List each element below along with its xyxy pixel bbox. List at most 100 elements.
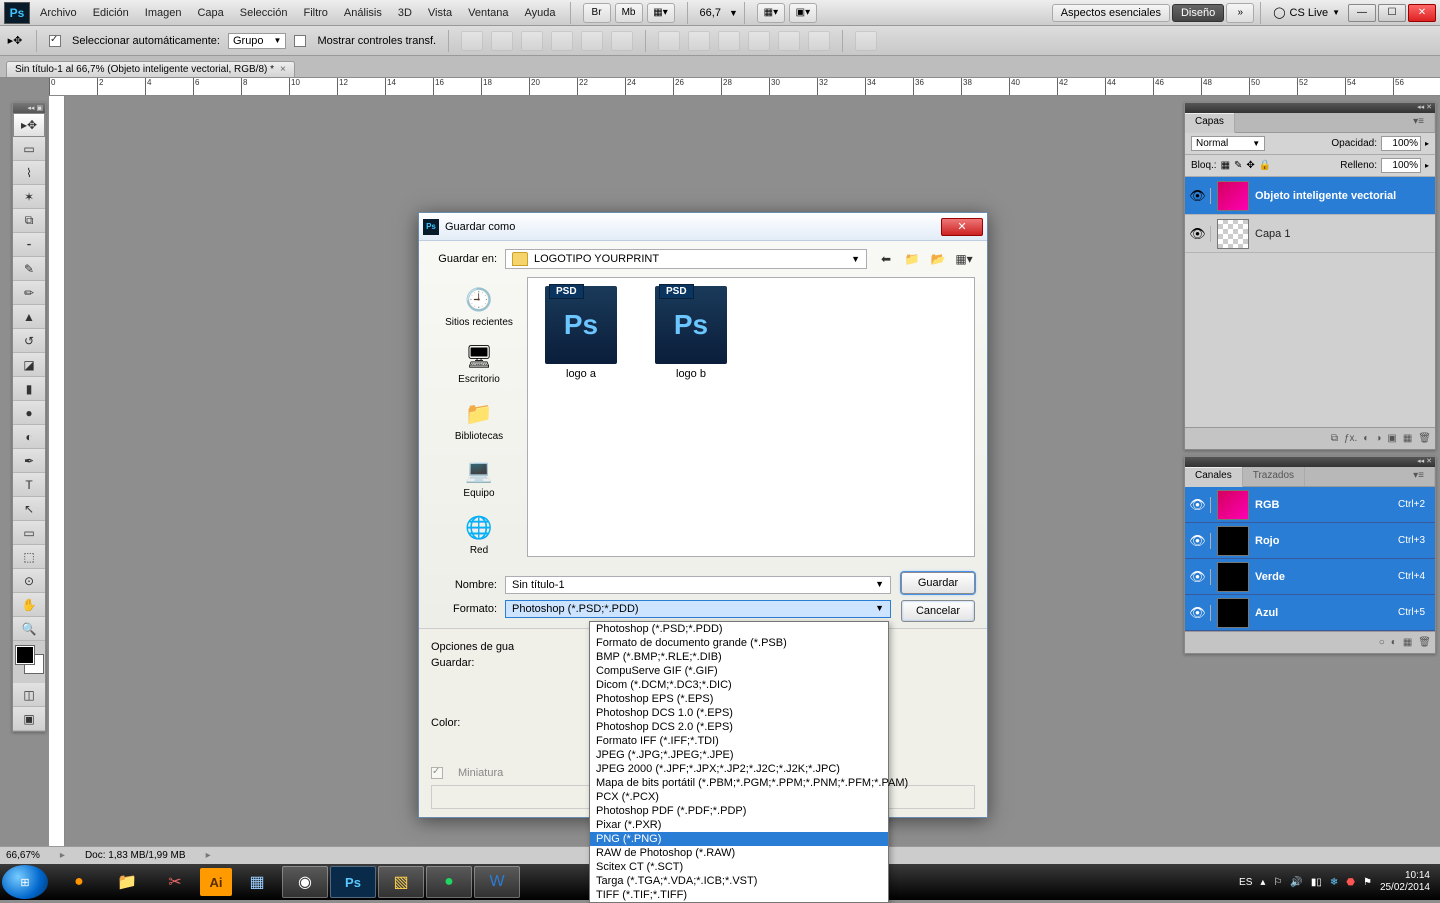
crop-tool[interactable]: ⧉ bbox=[13, 209, 45, 233]
screen-mode-toggle[interactable]: ▣ bbox=[13, 707, 45, 731]
quick-mask-toggle[interactable]: ◫ bbox=[13, 683, 45, 707]
start-button[interactable]: ⊞ bbox=[2, 865, 48, 899]
new-channel-icon[interactable]: ▦ bbox=[1403, 637, 1412, 648]
dialog-close-button[interactable]: ✕ bbox=[941, 218, 983, 236]
zoom-level-readout[interactable]: 66,7 bbox=[694, 7, 727, 19]
layers-tab[interactable]: Capas bbox=[1185, 113, 1235, 133]
format-option[interactable]: Targa (*.TGA;*.VDA;*.ICB;*.VST) bbox=[590, 874, 888, 888]
healing-brush-tool[interactable]: ✎ bbox=[13, 257, 45, 281]
show-transform-checkbox[interactable] bbox=[294, 35, 306, 47]
channel-row[interactable]: 👁RojoCtrl+3 bbox=[1185, 523, 1435, 559]
tray-show-hidden-icon[interactable]: ▴ bbox=[1260, 877, 1265, 888]
taskbar-stickynotes[interactable]: ▧ bbox=[378, 866, 424, 898]
type-tool[interactable]: T bbox=[13, 473, 45, 497]
file-item[interactable]: Pslogo b bbox=[646, 286, 736, 380]
format-option[interactable]: JPEG 2000 (*.JPF;*.JPX;*.JP2;*.J2C;*.J2K… bbox=[590, 762, 888, 776]
workspace-design-button[interactable]: Diseño bbox=[1172, 4, 1224, 22]
places-sitios-recientes[interactable]: 🕘Sitios recientes bbox=[434, 281, 524, 332]
cslive-button[interactable]: ◯ CS Live ▼ bbox=[1267, 6, 1346, 19]
menu-archivo[interactable]: Archivo bbox=[32, 3, 85, 23]
new-folder-icon[interactable]: 📂 bbox=[927, 249, 949, 269]
lock-all-icon[interactable]: 🔒 bbox=[1259, 160, 1271, 171]
tray-flag-icon[interactable]: ⚐ bbox=[1273, 877, 1282, 888]
panel-menu-icon[interactable]: ▾≡ bbox=[1403, 113, 1435, 132]
document-tab[interactable]: Sin título-1 al 66,7% (Objeto inteligent… bbox=[6, 61, 295, 77]
bridge-icon[interactable]: Br bbox=[583, 3, 611, 23]
delete-channel-icon[interactable]: 🗑 bbox=[1418, 637, 1431, 648]
save-button[interactable]: Guardar bbox=[901, 572, 975, 594]
hand-tool[interactable]: ✋ bbox=[13, 593, 45, 617]
layer-thumbnail[interactable] bbox=[1217, 219, 1249, 249]
menu-análisis[interactable]: Análisis bbox=[336, 3, 390, 23]
panel-menu-icon[interactable]: ▾≡ bbox=[1403, 467, 1435, 486]
link-layers-icon[interactable]: ⧉ bbox=[1331, 433, 1338, 444]
tray-app-icon[interactable]: ⬣ bbox=[1346, 877, 1355, 888]
pen-tool[interactable]: ✒ bbox=[13, 449, 45, 473]
path-selection-tool[interactable]: ↖ bbox=[13, 497, 45, 521]
file-list-area[interactable]: Pslogo aPslogo b bbox=[527, 277, 975, 557]
arrange-documents-icon[interactable]: ▦▾ bbox=[757, 3, 785, 23]
auto-select-target-dropdown[interactable]: Grupo▼ bbox=[228, 33, 287, 49]
clone-stamp-tool[interactable]: ▲ bbox=[13, 305, 45, 329]
channel-row[interactable]: 👁VerdeCtrl+4 bbox=[1185, 559, 1435, 595]
channel-row[interactable]: 👁AzulCtrl+5 bbox=[1185, 595, 1435, 631]
menu-filtro[interactable]: Filtro bbox=[295, 3, 335, 23]
format-option[interactable]: PCX (*.PCX) bbox=[590, 790, 888, 804]
tray-volume-icon[interactable]: 🔊 bbox=[1290, 877, 1302, 888]
format-option[interactable]: PNG (*.PNG) bbox=[590, 832, 888, 846]
format-option[interactable]: CompuServe GIF (*.GIF) bbox=[590, 664, 888, 678]
paths-tab[interactable]: Trazados bbox=[1243, 467, 1305, 486]
3d-camera-tool[interactable]: ⊙ bbox=[13, 569, 45, 593]
menu-vista[interactable]: Vista bbox=[420, 3, 460, 23]
layer-thumbnail[interactable] bbox=[1217, 181, 1249, 211]
auto-select-checkbox[interactable] bbox=[49, 35, 61, 47]
taskbar-word[interactable]: W bbox=[474, 866, 520, 898]
visibility-icon[interactable]: 👁 bbox=[1185, 497, 1211, 513]
format-option[interactable]: Photoshop DCS 1.0 (*.EPS) bbox=[590, 706, 888, 720]
menu-selección[interactable]: Selección bbox=[232, 3, 296, 23]
menu-ventana[interactable]: Ventana bbox=[460, 3, 516, 23]
view-menu-icon[interactable]: ▦▾ bbox=[953, 249, 975, 269]
places-equipo[interactable]: 💻Equipo bbox=[434, 452, 524, 503]
workspace-essentials-button[interactable]: Aspectos esenciales bbox=[1052, 4, 1170, 22]
brush-tool[interactable]: ✏ bbox=[13, 281, 45, 305]
format-option[interactable]: RAW de Photoshop (*.RAW) bbox=[590, 846, 888, 860]
eraser-tool[interactable]: ◪ bbox=[13, 353, 45, 377]
lock-transparency-icon[interactable]: ▦ bbox=[1221, 160, 1230, 171]
taskbar-calculator[interactable]: ▦ bbox=[234, 866, 280, 898]
channels-tab[interactable]: Canales bbox=[1185, 467, 1243, 487]
tray-network-icon[interactable]: ▮▯ bbox=[1311, 877, 1322, 888]
format-option[interactable]: Photoshop EPS (*.EPS) bbox=[590, 692, 888, 706]
window-minimize-button[interactable]: — bbox=[1348, 4, 1376, 22]
tray-clock[interactable]: 10:14 25/02/2014 bbox=[1380, 870, 1430, 894]
close-icon[interactable]: × bbox=[280, 64, 286, 75]
taskbar-snipping[interactable]: ✂ bbox=[152, 866, 198, 898]
layer-row[interactable]: 👁Objeto inteligente vectorial bbox=[1185, 177, 1435, 215]
visibility-icon[interactable]: 👁 bbox=[1185, 605, 1211, 621]
format-option[interactable]: Scitex CT (*.SCT) bbox=[590, 860, 888, 874]
layer-mask-icon[interactable]: ◐ bbox=[1363, 433, 1369, 444]
minibridge-icon[interactable]: Mb bbox=[615, 3, 643, 23]
foreground-color-swatch[interactable] bbox=[16, 646, 34, 664]
history-brush-tool[interactable]: ↺ bbox=[13, 329, 45, 353]
places-escritorio[interactable]: 🖥Escritorio bbox=[434, 338, 524, 389]
menu-ayuda[interactable]: Ayuda bbox=[517, 3, 564, 23]
format-option[interactable]: Formato IFF (*.IFF;*.TDI) bbox=[590, 734, 888, 748]
visibility-icon[interactable]: 👁 bbox=[1185, 226, 1211, 242]
menu-imagen[interactable]: Imagen bbox=[137, 3, 190, 23]
lasso-tool[interactable]: ⌇ bbox=[13, 161, 45, 185]
save-selection-channel-icon[interactable]: ◐ bbox=[1391, 637, 1397, 648]
file-item[interactable]: Pslogo a bbox=[536, 286, 626, 380]
menu-3d[interactable]: 3D bbox=[390, 3, 420, 23]
format-option[interactable]: Photoshop PDF (*.PDF;*.PDP) bbox=[590, 804, 888, 818]
color-swatches[interactable] bbox=[13, 641, 45, 683]
delete-layer-icon[interactable]: 🗑 bbox=[1418, 433, 1431, 444]
magic-wand-tool[interactable]: ✶ bbox=[13, 185, 45, 209]
format-option[interactable]: Photoshop DCS 2.0 (*.EPS) bbox=[590, 720, 888, 734]
more-workspaces-icon[interactable]: » bbox=[1226, 3, 1254, 23]
tray-action-center-icon[interactable]: ⚑ bbox=[1363, 877, 1372, 888]
lock-pixels-icon[interactable]: ✎ bbox=[1234, 160, 1242, 171]
menu-capa[interactable]: Capa bbox=[189, 3, 231, 23]
marquee-tool[interactable]: ▭ bbox=[13, 137, 45, 161]
layer-group-icon[interactable]: ▣ bbox=[1387, 433, 1396, 444]
